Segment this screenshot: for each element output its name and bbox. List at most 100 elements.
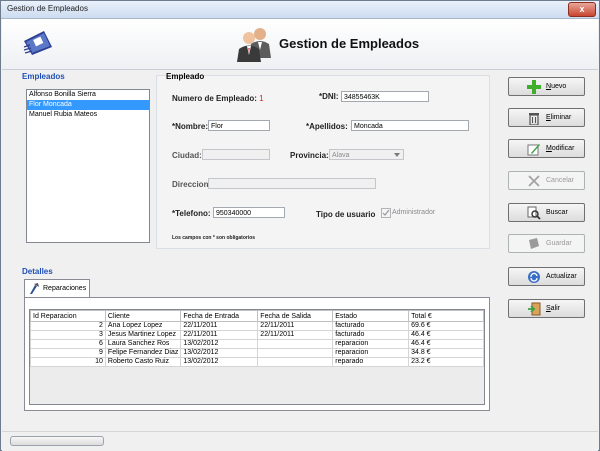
telefono-label: *Telefono: (172, 209, 211, 218)
cancelar-label: Cancelar (546, 177, 575, 184)
table-cell: 9 (30, 348, 106, 358)
plus-icon (527, 80, 541, 94)
provincia-value: Alava (332, 152, 350, 159)
provincia-select[interactable]: Alava (329, 149, 404, 160)
table-cell: 69.6 € (408, 321, 484, 331)
table-cell (257, 357, 334, 367)
modificar-button[interactable]: Modificar (508, 139, 585, 158)
table-cell: 13/02/2012 (180, 357, 259, 367)
table-cell: 3 (30, 330, 106, 340)
list-item[interactable]: Flor Moncada (27, 100, 149, 110)
pencil-icon (527, 144, 540, 156)
refresh-icon (528, 271, 540, 283)
list-item[interactable]: Manuel Rubia Mateos (27, 110, 149, 120)
user-type-label: Tipo de usuario (316, 210, 376, 219)
window-title: Gestion de Empleados (7, 4, 88, 13)
buscar-button[interactable]: Buscar (508, 203, 585, 222)
employees-list[interactable]: Alfonso Bonilla Sierra Flor Moncada Manu… (26, 89, 150, 243)
table-cell (257, 348, 334, 358)
employee-number-label: Numero de Empleado: 1 (172, 94, 264, 103)
table-cell: reparacion (332, 339, 410, 349)
actualizar-button[interactable]: Actualizar (508, 267, 585, 286)
tools-icon (30, 283, 39, 294)
table-row[interactable]: 3 Jesus Martinez Lopez 22/11/2011 22/11/… (30, 330, 484, 340)
table-cell: reparado (332, 357, 410, 367)
guardar-button[interactable]: Guardar (508, 234, 585, 253)
employee-number-value: 1 (259, 94, 264, 103)
salir-label: Salir (546, 305, 561, 312)
x-icon (528, 175, 540, 187)
details-section-label: Detalles (22, 267, 53, 276)
eliminar-label: Eliminar (546, 114, 572, 121)
table-cell: 22/11/2011 (257, 330, 334, 340)
dni-field[interactable]: 34855463K (341, 91, 429, 102)
telefono-field[interactable]: 950340000 (213, 207, 285, 218)
close-icon: x (579, 4, 585, 14)
direccion-label: Direccion: (172, 180, 212, 189)
tab-reparaciones[interactable]: Reparaciones (24, 279, 90, 298)
modificar-label: Modificar (546, 145, 575, 152)
direccion-field[interactable] (208, 178, 376, 189)
dni-label: *DNI: (319, 92, 339, 101)
table-cell: 2 (30, 321, 106, 331)
actualizar-label: Actualizar (546, 273, 577, 280)
buscar-label: Buscar (546, 209, 568, 216)
salir-button[interactable]: Salir (508, 299, 585, 318)
column-header[interactable]: Total € (408, 310, 484, 322)
table-cell: 13/02/2012 (180, 339, 259, 349)
table-cell: Roberto Casto Ruiz (104, 357, 182, 367)
required-note: Los campos con * son obligatorios (172, 235, 256, 241)
list-item[interactable]: Alfonso Bonilla Sierra (27, 90, 149, 100)
table-cell: 46.4 € (408, 339, 484, 349)
card-logo-icon (23, 31, 52, 55)
table-cell: facturado (332, 321, 410, 331)
table-cell: Laura Sanchez Ros (104, 339, 182, 349)
table-cell: 22/11/2011 (180, 321, 259, 331)
guardar-label: Guardar (546, 240, 572, 247)
ciudad-label: Ciudad: (172, 151, 202, 160)
table-row[interactable]: 9 Felipe Fernandez Diaz 13/02/2012 repar… (30, 348, 484, 358)
ciudad-field[interactable] (202, 149, 270, 160)
table-cell: reparacion (332, 348, 410, 358)
table-row[interactable]: 10 Roberto Casto Ruiz 13/02/2012 reparad… (30, 357, 484, 367)
page-title: Gestion de Empleados (279, 36, 420, 51)
table-cell: 23.2 € (408, 357, 484, 367)
chevron-down-icon (394, 153, 400, 157)
repairs-table[interactable]: Id Reparacion Cliente Fecha de Entrada F… (29, 309, 485, 405)
column-header[interactable]: Fecha de Salida (257, 310, 334, 322)
progress-bar (10, 436, 104, 446)
table-cell: 46.4 € (408, 330, 484, 340)
apellidos-label: *Apellidos: (306, 122, 348, 131)
table-cell: 34.8 € (408, 348, 484, 358)
table-cell (257, 339, 334, 349)
employee-section-label: Empleado (166, 72, 205, 81)
table-cell: facturado (332, 330, 410, 340)
column-header[interactable]: Estado (332, 310, 410, 322)
main-window: Gestion de Empleados x Gestion de Emplea… (0, 0, 600, 451)
title-bar[interactable]: Gestion de Empleados x (1, 1, 599, 19)
table-cell: 13/02/2012 (180, 348, 259, 358)
table-row[interactable]: 6 Laura Sanchez Ros 13/02/2012 reparacio… (30, 339, 484, 349)
employees-section-label: Empleados (22, 72, 65, 81)
table-cell: Felipe Fernandez Diaz (104, 348, 182, 358)
close-button[interactable]: x (568, 2, 596, 17)
table-cell: Jesus Martinez Lopez (104, 330, 182, 340)
column-header[interactable]: Id Reparacion (30, 310, 106, 322)
nuevo-label: Nuevo (546, 83, 567, 90)
apellidos-field[interactable]: Moncada (351, 120, 469, 131)
table-cell: 22/11/2011 (257, 321, 334, 331)
column-header[interactable]: Cliente (104, 310, 182, 322)
check-icon (382, 209, 390, 216)
cancelar-button[interactable]: Cancelar (508, 171, 585, 190)
nuevo-button[interactable]: Nuevo (508, 77, 585, 96)
nombre-label: *Nombre: (172, 122, 209, 131)
table-row[interactable]: 2 Ana Lopez Lopez 22/11/2011 22/11/2011 … (30, 321, 484, 331)
eliminar-button[interactable]: Eliminar (508, 108, 585, 127)
column-header[interactable]: Fecha de Entrada (180, 310, 259, 322)
provincia-label: Provincia: (290, 151, 329, 160)
people-icon (237, 28, 271, 62)
admin-checkbox[interactable] (381, 208, 391, 218)
save-icon (529, 238, 539, 249)
table-cell: 22/11/2011 (180, 330, 259, 340)
nombre-field[interactable]: Flor (208, 120, 270, 131)
